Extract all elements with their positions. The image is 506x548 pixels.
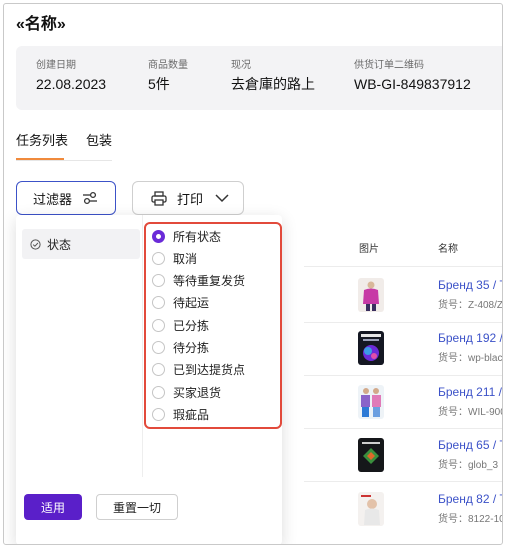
status-option-arrived-pickup[interactable]: 已到达提货点 bbox=[152, 360, 245, 378]
tab-bar: 任务列表 包装 bbox=[16, 132, 116, 160]
info-label: 创建日期 bbox=[36, 60, 76, 71]
radio-icon[interactable] bbox=[152, 407, 165, 421]
status-option-label: 等待重复发货 bbox=[173, 273, 246, 288]
product-name-link[interactable]: Бренд 65 / Т bbox=[438, 438, 502, 452]
product-article: 货号：WIL-900 bbox=[438, 407, 503, 418]
status-option-label: 买家退货 bbox=[173, 385, 222, 400]
product-thumbnail bbox=[358, 331, 384, 365]
reset-all-button[interactable]: 重置一切 bbox=[96, 494, 178, 520]
radio-icon[interactable] bbox=[152, 385, 165, 399]
radio-icon[interactable] bbox=[152, 273, 165, 287]
radio-icon[interactable] bbox=[152, 251, 165, 265]
product-thumbnail bbox=[358, 385, 384, 419]
info-item-count: 商品数量 5件 bbox=[148, 60, 188, 92]
status-option-sorted[interactable]: 已分拣 bbox=[152, 316, 209, 334]
app-window: «名称» 创建日期 22.08.2023 商品数量 5件 现况 去倉庫的路上 供… bbox=[3, 3, 503, 545]
status-option-cancelled[interactable]: 取消 bbox=[152, 249, 197, 267]
chevron-down-icon bbox=[215, 193, 229, 203]
product-thumbnail bbox=[358, 438, 384, 472]
product-article: 货号：wp-black bbox=[438, 353, 503, 364]
product-name-link[interactable]: Бренд 192 / bbox=[438, 331, 502, 345]
info-value: 5件 bbox=[148, 76, 170, 92]
info-label: 现况 bbox=[231, 60, 251, 71]
panel-divider bbox=[142, 215, 143, 477]
radio-icon[interactable] bbox=[152, 340, 165, 354]
table-row[interactable]: Бренд 192 / 货号：wp-black bbox=[358, 331, 503, 371]
status-option-label: 所有状态 bbox=[173, 229, 222, 244]
table-row[interactable]: Бренд 82 / Т 货号：8122-10 bbox=[358, 492, 503, 532]
product-name-link[interactable]: Бренд 211 / bbox=[438, 385, 502, 399]
status-option-buyer-return[interactable]: 买家退货 bbox=[152, 383, 221, 401]
radio-icon[interactable] bbox=[152, 362, 165, 376]
table-row-divider bbox=[304, 322, 502, 323]
info-supply-qr: 供货订单二维码 WB-GI-849837912 bbox=[354, 60, 471, 92]
status-option-all[interactable]: 所有状态 bbox=[152, 227, 221, 245]
info-value: 22.08.2023 bbox=[36, 76, 107, 92]
table-row-divider bbox=[304, 266, 502, 267]
info-created-date: 创建日期 22.08.2023 bbox=[36, 60, 106, 92]
radio-icon[interactable] bbox=[152, 318, 165, 332]
table-row-divider bbox=[304, 375, 502, 376]
table-row[interactable]: Бренд 35 / Т 货号：Z-408/Z bbox=[358, 278, 503, 318]
status-option-awaiting-reshipment[interactable]: 等待重复发货 bbox=[152, 271, 245, 289]
column-header-image: 图片 bbox=[359, 244, 379, 255]
status-option-label: 取消 bbox=[173, 251, 198, 266]
product-thumbnail bbox=[358, 492, 384, 526]
check-circle-icon bbox=[30, 238, 41, 250]
product-name-link[interactable]: Бренд 35 / Т bbox=[438, 278, 502, 292]
filter-category-label: 状态 bbox=[47, 237, 72, 252]
status-option-label: 待分拣 bbox=[173, 340, 210, 355]
status-options-group: 所有状态 取消 等待重复发货 待起运 已分拣 待分拣 已到达提货点 买家退货 瑕… bbox=[144, 222, 282, 429]
status-option-label: 已到达提货点 bbox=[173, 362, 246, 377]
print-button-label: 打印 bbox=[177, 191, 204, 207]
info-value: 去倉庫的路上 bbox=[231, 76, 315, 92]
info-status: 现况 去倉庫的路上 bbox=[231, 60, 315, 92]
printer-icon bbox=[151, 190, 167, 206]
status-option-label: 待起运 bbox=[173, 295, 210, 310]
tab-task-list[interactable]: 任务列表 bbox=[16, 132, 68, 150]
column-header-name: 名称 bbox=[438, 244, 458, 255]
table-row[interactable]: Бренд 211 / 货号：WIL-900 bbox=[358, 385, 503, 425]
supply-info-card: 创建日期 22.08.2023 商品数量 5件 现况 去倉庫的路上 供货订单二维… bbox=[16, 46, 502, 110]
tabs-divider bbox=[16, 160, 112, 161]
table-row[interactable]: Бренд 65 / Т 货号：glob_3 bbox=[358, 438, 502, 478]
status-option-awaiting-dispatch[interactable]: 待起运 bbox=[152, 293, 209, 311]
sliders-icon bbox=[82, 191, 98, 205]
page-title: «名称» bbox=[16, 16, 66, 33]
info-label: 供货订单二维码 bbox=[354, 60, 424, 71]
filter-button[interactable]: 过滤器 bbox=[16, 181, 116, 215]
filter-button-label: 过滤器 bbox=[33, 191, 73, 207]
info-value: WB-GI-849837912 bbox=[354, 76, 471, 92]
product-thumbnail bbox=[358, 278, 384, 312]
tab-packing[interactable]: 包装 bbox=[86, 132, 112, 150]
product-article: 货号：8122-10 bbox=[438, 514, 503, 525]
radio-icon[interactable] bbox=[152, 295, 165, 309]
product-article: 货号：glob_3 bbox=[438, 460, 499, 471]
product-name-link[interactable]: Бренд 82 / Т bbox=[438, 492, 502, 506]
status-option-defective[interactable]: 瑕疵品 bbox=[152, 405, 209, 423]
apply-button[interactable]: 适用 bbox=[24, 494, 82, 520]
filter-category-status[interactable]: 状态 bbox=[22, 229, 140, 259]
status-option-label: 瑕疵品 bbox=[173, 407, 210, 422]
print-button[interactable]: 打印 bbox=[132, 181, 244, 215]
info-label: 商品数量 bbox=[148, 60, 188, 71]
table-row-divider bbox=[304, 481, 502, 482]
status-option-label: 已分拣 bbox=[173, 318, 210, 333]
status-option-awaiting-sorting[interactable]: 待分拣 bbox=[152, 338, 209, 356]
product-article: 货号：Z-408/Z bbox=[438, 300, 503, 311]
table-row-divider bbox=[304, 428, 502, 429]
radio-selected-icon[interactable] bbox=[152, 229, 165, 243]
